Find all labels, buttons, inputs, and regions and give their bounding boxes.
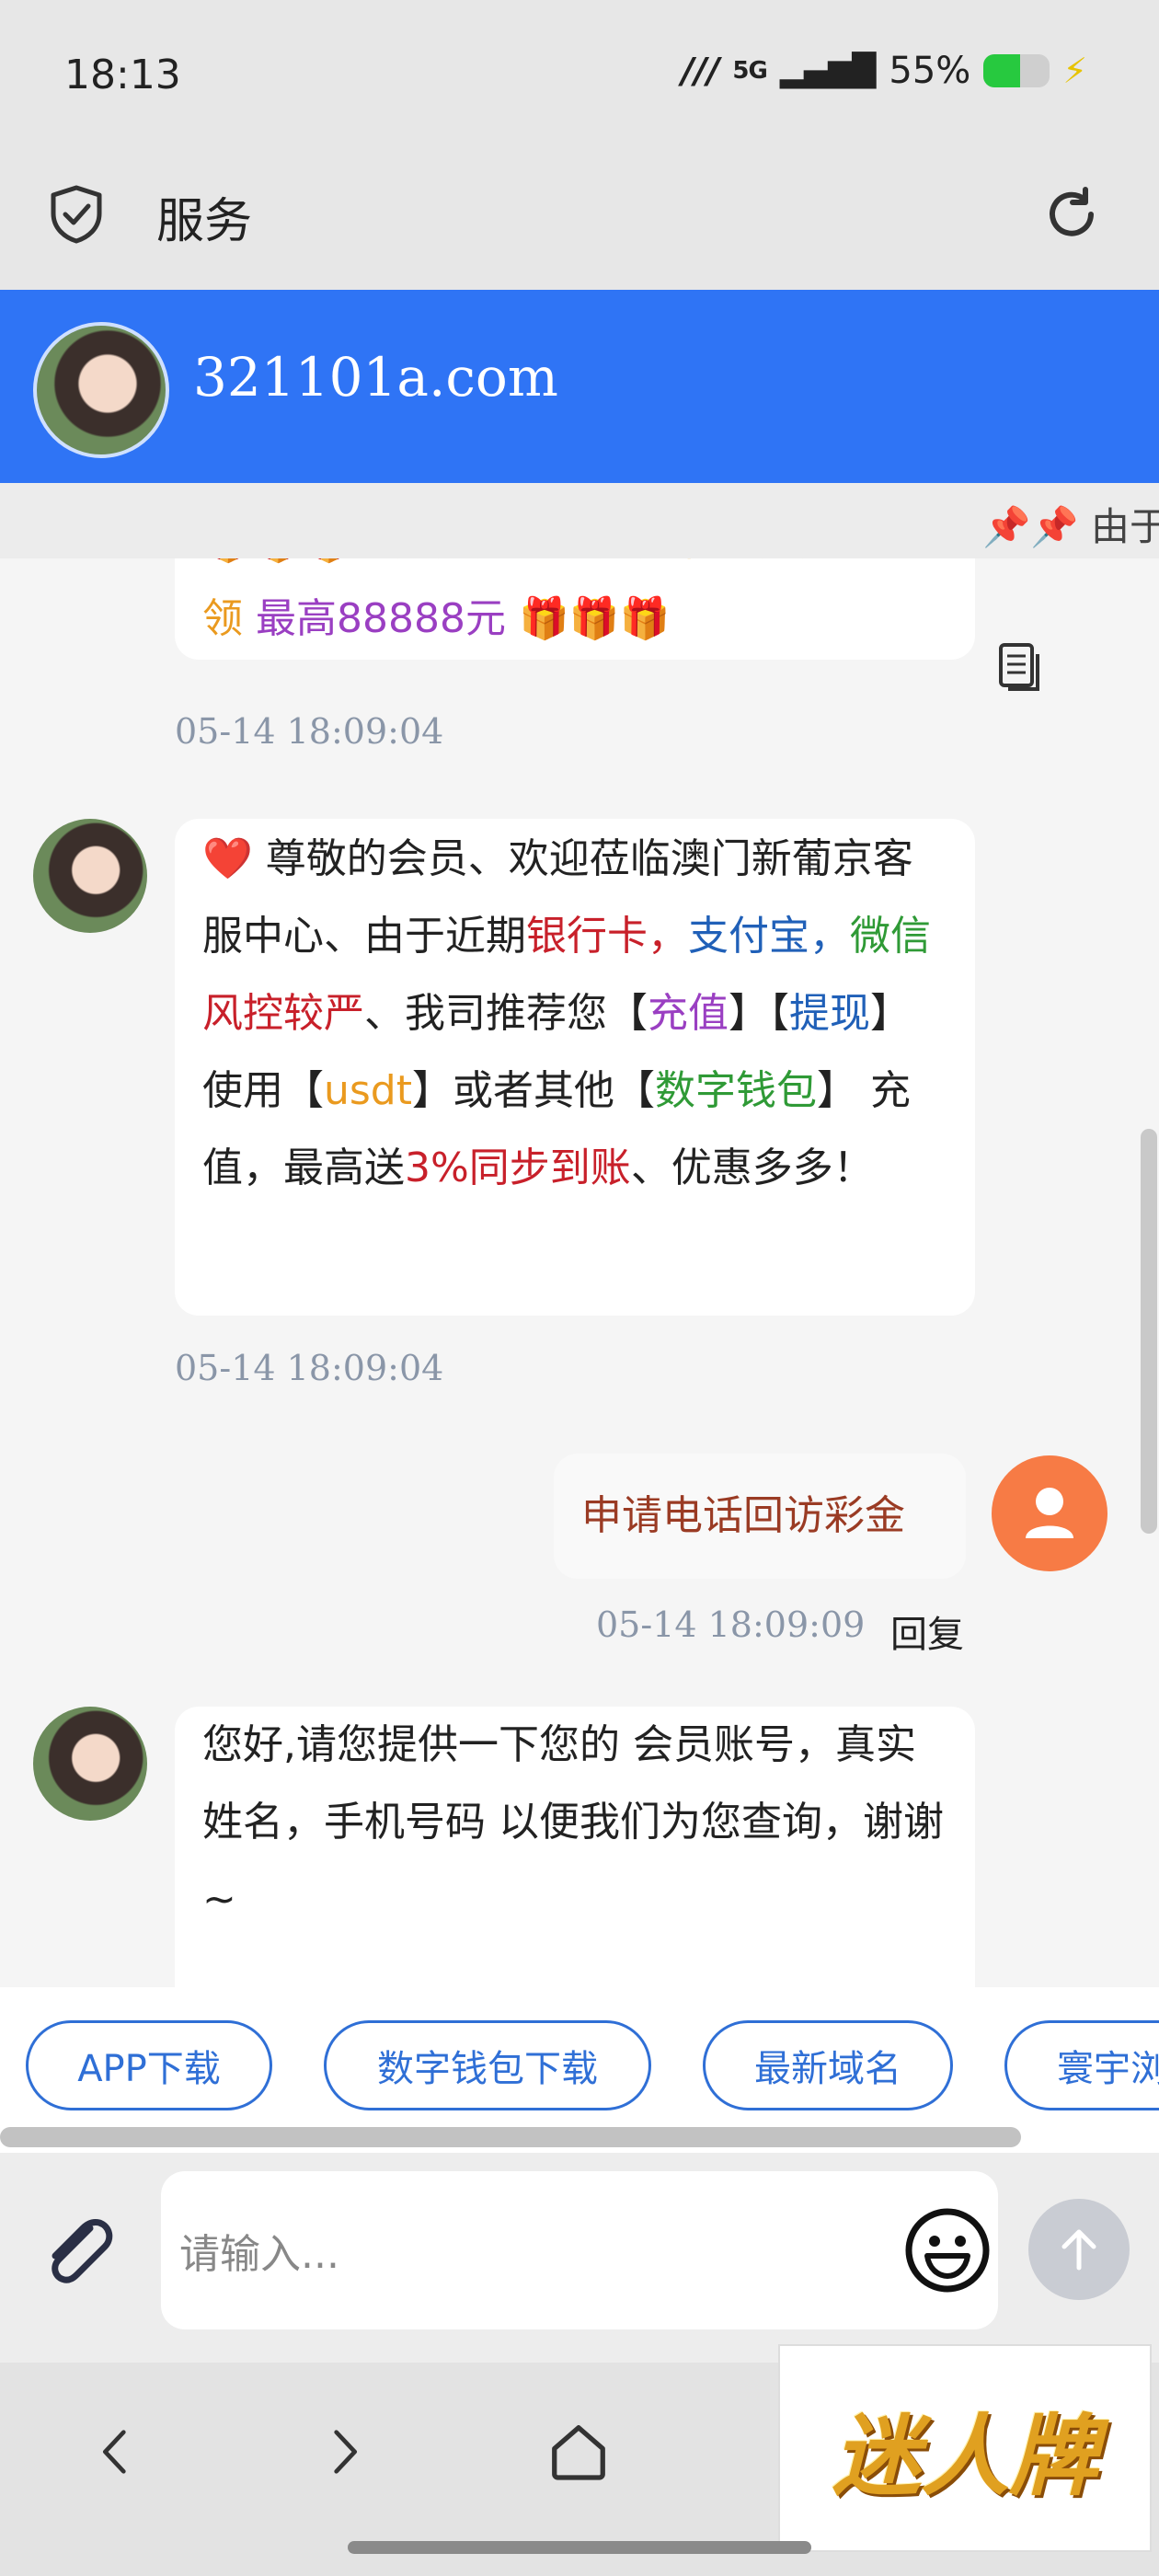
message-highlight: 3%同步到账 — [405, 1144, 631, 1191]
chat-header — [0, 290, 1159, 483]
message-highlight: 微信 — [850, 913, 931, 960]
message-segment: 、优惠多多！ — [630, 1144, 874, 1191]
quick-actions-scrollbar[interactable] — [0, 2127, 1021, 2147]
announcement-text: 📌📌 由于 — [982, 504, 1159, 549]
latest-domain-button[interactable]: 最新域名 — [703, 2020, 953, 2110]
agent-message-bubble: 您好,请您提供一下您的 会员账号，真实姓名，手机号码 以便我们为您查询，谢谢~ — [175, 1707, 975, 1987]
agent-avatar — [33, 322, 169, 458]
message-input-placeholder: 请输入... — [179, 2231, 339, 2278]
emoji-icon[interactable] — [903, 2206, 992, 2294]
arrow-up-icon — [1061, 2229, 1096, 2271]
battery-icon — [983, 54, 1050, 87]
copy-icon[interactable] — [997, 641, 1043, 693]
heart-emoji: ❤️ — [202, 835, 253, 882]
gift-emoji: 🎁🎁🎁 — [518, 595, 671, 642]
wallet-download-button[interactable]: 数字钱包下载 — [324, 2020, 651, 2110]
network-type: 5G — [732, 57, 767, 85]
user-icon — [1026, 1488, 1073, 1538]
message-text: 🎁🎁🎁【月月送利】月月有款月月 领 最高88888元 🎁🎁🎁 — [202, 558, 957, 658]
message-segment: 领 — [202, 595, 256, 642]
user-avatar — [992, 1455, 1107, 1571]
announcement-marquee: 📌📌 由于 — [0, 483, 1159, 558]
agent-avatar — [33, 819, 147, 933]
agent-message-bubble: ❤️ 尊敬的会员、欢迎莅临澳门新葡京客服中心、由于近期银行卡，支付宝，微信风控较… — [175, 819, 975, 1316]
forward-icon[interactable] — [304, 2410, 386, 2493]
message-highlight: usdt — [324, 1067, 412, 1114]
status-indicators: /// 5G ▂▄▆█ 55% ⚡ — [682, 50, 1087, 92]
message-timestamp: 05-14 18:09:09 — [596, 1604, 866, 1645]
message-highlight: 充值 — [648, 990, 729, 1037]
charging-icon: ⚡ — [1062, 51, 1087, 91]
message-highlight: 最高88888元 — [256, 595, 519, 642]
agent-avatar — [33, 1707, 147, 1821]
shield-check-icon[interactable] — [46, 184, 107, 245]
paperclip-icon[interactable] — [35, 2208, 123, 2296]
message-highlight: 风控较严 — [202, 990, 364, 1037]
home-icon[interactable] — [537, 2410, 620, 2493]
status-time: 18:13 — [64, 52, 181, 98]
message-timestamp: 05-14 18:09:04 — [175, 1348, 444, 1388]
chat-scrollbar[interactable] — [1141, 1129, 1157, 1534]
battery-level — [983, 54, 1020, 87]
signal-icon: ▂▄▆█ — [779, 52, 877, 89]
send-button[interactable] — [1028, 2199, 1130, 2300]
message-highlight: 银行卡， — [526, 913, 688, 960]
message-line: 🎁🎁🎁【月月送利】月月有款月月 — [202, 558, 957, 581]
message-segment: 、我司推荐您【 — [364, 990, 648, 1037]
message-segment: 】【 — [729, 990, 789, 1037]
message-timestamp: 05-14 18:09:04 — [175, 711, 444, 752]
user-message-bubble: 申请电话回访彩金 — [554, 1454, 966, 1579]
app-download-button[interactable]: APP下载 — [26, 2020, 272, 2110]
message-highlight: 提现 — [789, 990, 870, 1037]
agent-message-bubble: 🎁🎁🎁【月月送利】月月有款月月 领 最高88888元 🎁🎁🎁 — [175, 558, 975, 660]
chat-area[interactable]: 🎁🎁🎁【月月送利】月月有款月月 领 最高88888元 🎁🎁🎁 05-14 18:… — [0, 558, 1159, 1987]
reply-link[interactable]: 回复 — [890, 1604, 964, 1658]
message-text: 您好,请您提供一下您的 会员账号，真实姓名，手机号码 以便我们为您查询，谢谢~ — [202, 1721, 944, 1923]
back-icon[interactable] — [74, 2410, 156, 2493]
message-segment: 】或者其他【 — [412, 1067, 655, 1114]
network-icon: /// — [681, 51, 720, 91]
browser-download-button[interactable]: 寰宇浏 — [1004, 2020, 1159, 2110]
refresh-icon[interactable] — [1039, 182, 1104, 247]
message-highlight: 支付宝， — [688, 913, 850, 960]
message-text: ❤️ 尊敬的会员、欢迎莅临澳门新葡京客服中心、由于近期银行卡，支付宝，微信风控较… — [202, 819, 947, 1207]
message-highlight: 数字钱包 — [655, 1067, 817, 1114]
battery-percent: 55% — [889, 50, 971, 92]
message-line: 领 最高88888元 🎁🎁🎁 — [202, 581, 957, 658]
message-text: 申请电话回访彩金 — [581, 1492, 905, 1539]
home-indicator[interactable] — [348, 2541, 811, 2554]
ad-text: 迷人牌 — [832, 2403, 1097, 2508]
page-title: 服务 — [156, 194, 253, 249]
ad-banner[interactable]: 迷人牌 — [778, 2344, 1152, 2552]
site-title: 321101a.com — [193, 346, 558, 408]
